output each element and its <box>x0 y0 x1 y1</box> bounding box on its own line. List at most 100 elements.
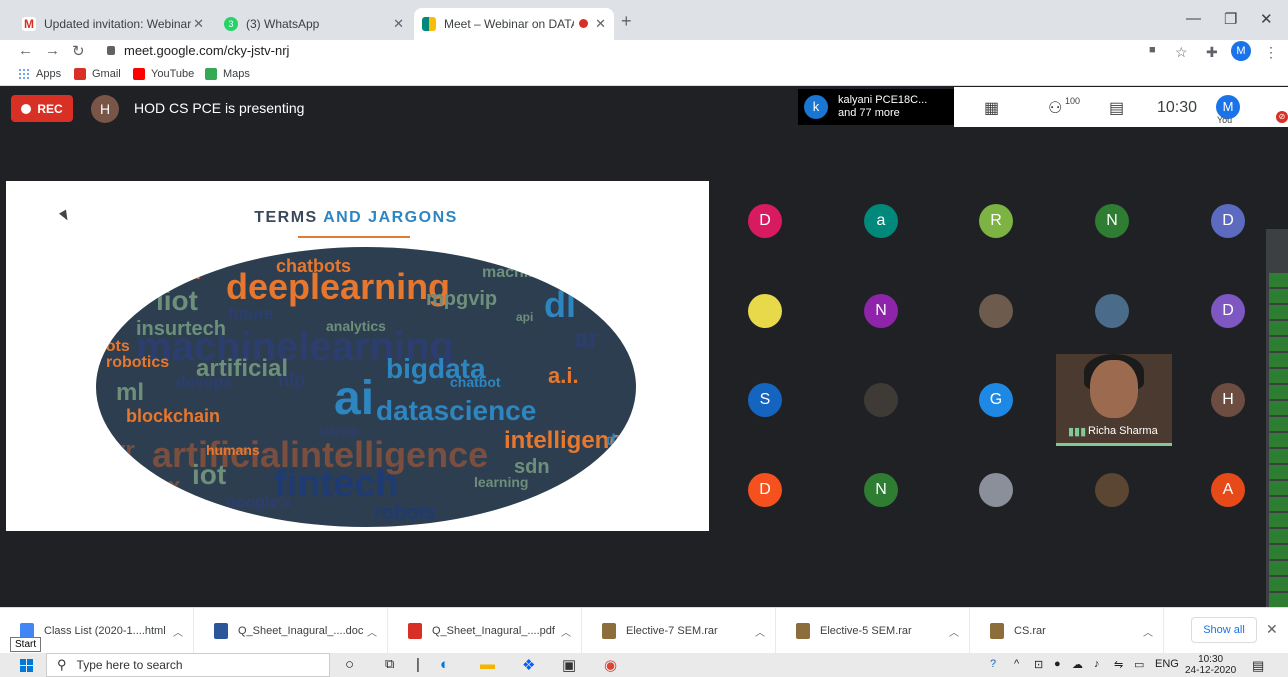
download-item[interactable]: Q_Sheet_Inagural_....doc ︿ <box>194 608 388 654</box>
participant-avatar[interactable]: D <box>748 473 782 507</box>
participant-avatar[interactable] <box>1095 294 1129 328</box>
participant-avatar[interactable]: a <box>864 204 898 238</box>
close-icon[interactable]: ✕ <box>193 16 204 32</box>
chevron-up-icon[interactable]: ︿ <box>173 624 183 639</box>
menu-icon[interactable]: ⋮ <box>1264 44 1278 61</box>
tab-whatsapp[interactable]: 3 (3) WhatsApp ✕ <box>216 8 412 40</box>
download-item[interactable]: CS.rar ︿ <box>970 608 1164 654</box>
close-icon[interactable]: ✕ <box>393 16 404 32</box>
task-view-icon[interactable]: ⧉ <box>385 656 394 672</box>
participant-avatar[interactable]: S <box>748 383 782 417</box>
file-explorer-icon[interactable]: ▬ <box>480 656 495 673</box>
language-indicator[interactable]: ENG <box>1155 658 1179 670</box>
download-item[interactable]: Elective-5 SEM.rar ︿ <box>776 608 970 654</box>
bookmark-maps[interactable]: Maps <box>205 68 250 80</box>
participant-avatar[interactable] <box>864 383 898 417</box>
taskbar-search[interactable]: ⚲ Type here to search <box>46 653 330 677</box>
reload-icon[interactable]: ↻ <box>72 42 85 60</box>
participant-avatar[interactable]: N <box>864 294 898 328</box>
notifications-icon[interactable]: ▤ <box>1252 658 1264 674</box>
edge-icon[interactable]: ◐ <box>440 656 449 673</box>
address-bar[interactable]: meet.google.com/cky-jstv-nrj <box>124 43 289 58</box>
slide-title-main: TERMS <box>254 209 324 226</box>
word-cloud-term: blockchain <box>126 406 221 426</box>
bookmark-label: YouTube <box>151 68 195 80</box>
tab-label: (3) WhatsApp <box>246 17 320 31</box>
word-cloud-term: ai <box>334 372 375 425</box>
layout-icon[interactable]: ▦ <box>984 98 999 118</box>
participant-avatar[interactable]: D <box>1211 204 1245 238</box>
download-item[interactable]: Elective-7 SEM.rar ︿ <box>582 608 776 654</box>
participant-avatar[interactable]: D <box>1211 294 1245 328</box>
bookmark-youtube[interactable]: YouTube <box>133 68 194 80</box>
chevron-up-icon[interactable]: ︿ <box>755 624 765 639</box>
participant-avatar[interactable]: A <box>1211 473 1245 507</box>
speaker-face <box>1090 360 1138 418</box>
meet-view: REC H HOD CS PCE is presenting k kalyani… <box>0 87 1288 659</box>
extensions-icon[interactable]: ✚ <box>1206 44 1218 61</box>
participant-avatar[interactable] <box>979 294 1013 328</box>
word-cloud-term: bots <box>96 338 130 355</box>
tray-device-icon[interactable]: ⊡ <box>1034 658 1043 671</box>
participant-avatar[interactable]: R <box>979 204 1013 238</box>
camera-icon[interactable]: ■ <box>1149 44 1156 56</box>
microphone-icon[interactable]: ● <box>1054 658 1061 670</box>
word-cloud-term: ar <box>574 323 599 353</box>
chat-icon[interactable]: ▤ <box>1109 98 1124 118</box>
tab-meet[interactable]: Meet – Webinar on DATA AN ✕ <box>414 8 614 40</box>
side-panel-cell <box>1269 433 1288 447</box>
chevron-up-icon[interactable]: ︿ <box>949 624 959 639</box>
profile-avatar[interactable]: M <box>1231 41 1251 61</box>
cortana-icon[interactable]: ○ <box>345 656 354 673</box>
word-cloud-term: datascience <box>376 395 537 426</box>
bookmark-star-icon[interactable]: ☆ <box>1175 44 1188 61</box>
bookmark-apps[interactable]: Apps <box>18 68 61 80</box>
back-icon[interactable]: ← <box>18 42 33 59</box>
chevron-up-icon[interactable]: ︿ <box>1143 624 1153 639</box>
volume-icon[interactable]: ♪ <box>1094 658 1100 670</box>
windows-start-icon[interactable] <box>20 659 33 672</box>
file-icon <box>990 623 1004 639</box>
onedrive-icon[interactable]: ☁ <box>1072 658 1083 671</box>
participant-avatar[interactable]: G <box>979 383 1013 417</box>
network-icon[interactable]: ⇋ <box>1114 658 1123 671</box>
people-icon[interactable]: ⚇ <box>1048 98 1062 118</box>
store-icon[interactable]: ▣ <box>562 656 576 674</box>
dropbox-icon[interactable]: ❖ <box>522 656 535 674</box>
system-clock[interactable]: 10:30 24-12-2020 <box>1185 654 1236 676</box>
participant-avatar[interactable] <box>979 473 1013 507</box>
join-notification: k kalyani PCE18C... and 77 more <box>798 89 954 125</box>
notification-line1: kalyani PCE18C... <box>838 94 928 106</box>
speaker-name: Richa Sharma <box>1088 425 1158 437</box>
downloads-close-icon[interactable]: ✕ <box>1266 621 1278 638</box>
participant-avatar[interactable] <box>1095 473 1129 507</box>
download-filename: Q_Sheet_Inagural_....pdf <box>432 625 555 637</box>
window-close-icon[interactable]: ✕ <box>1260 10 1273 28</box>
participant-avatar[interactable]: N <box>864 473 898 507</box>
slide-title: TERMS AND JARGONS <box>6 209 706 227</box>
bookmark-gmail[interactable]: Gmail <box>74 68 121 80</box>
tray-chevron-icon[interactable]: ^ <box>1014 658 1019 670</box>
participant-avatar[interactable] <box>748 294 782 328</box>
participant-avatar[interactable]: H <box>1211 383 1245 417</box>
close-icon[interactable]: ✕ <box>595 16 606 32</box>
participant-avatar[interactable]: D <box>748 204 782 238</box>
minimize-icon[interactable]: — <box>1186 10 1201 27</box>
tab-invitation[interactable]: M Updated invitation: Webinar on D ✕ <box>14 8 212 40</box>
start-tooltip: Start <box>10 637 42 652</box>
chevron-up-icon[interactable]: ︿ <box>367 624 377 639</box>
chevron-up-icon[interactable]: ︿ <box>561 624 571 639</box>
new-tab-icon[interactable]: + <box>621 11 632 32</box>
show-all-button[interactable]: Show all <box>1191 617 1257 643</box>
download-item[interactable]: Q_Sheet_Inagural_....pdf ︿ <box>388 608 582 654</box>
download-filename: Elective-7 SEM.rar <box>626 625 718 637</box>
forward-icon[interactable]: → <box>45 42 60 59</box>
maximize-icon[interactable]: ❐ <box>1224 10 1237 28</box>
help-icon[interactable]: ? <box>990 658 996 670</box>
side-panel-cell <box>1269 449 1288 463</box>
participant-avatar[interactable]: N <box>1095 204 1129 238</box>
side-panel-cell <box>1269 513 1288 527</box>
battery-icon[interactable]: ▭ <box>1134 658 1144 671</box>
rec-label: REC <box>37 101 63 116</box>
chrome-icon[interactable]: ◉ <box>604 656 617 674</box>
